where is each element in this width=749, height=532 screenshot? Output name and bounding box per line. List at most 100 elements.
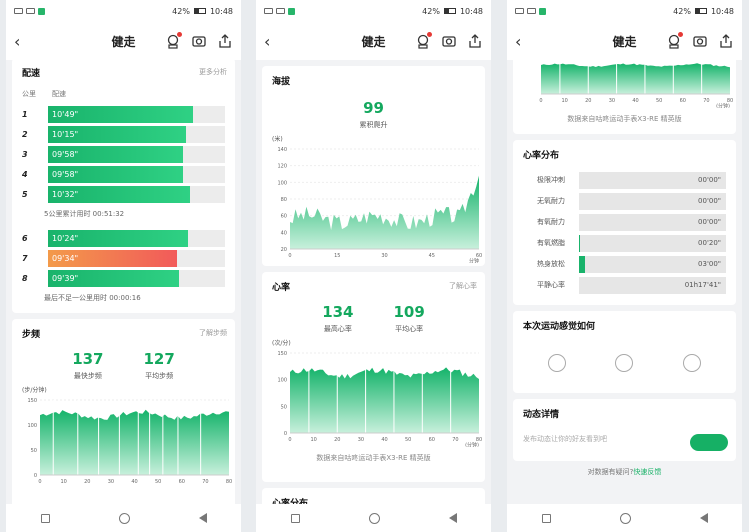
hr-zone-row: 热身放松 03'00" — [523, 255, 726, 273]
zone-track: 03'00" — [579, 255, 726, 273]
pace-bar: 09'58" — [48, 145, 183, 163]
km-label: 1 — [22, 109, 28, 119]
hr-dist-title: 心率分布 — [272, 499, 309, 504]
home-button[interactable] — [118, 512, 130, 524]
app-icon — [539, 7, 546, 15]
pace-row: 2 10'15" — [22, 125, 225, 143]
col-km: 公里 — [22, 90, 36, 98]
home-button[interactable] — [368, 512, 380, 524]
hr-link[interactable]: 了解心率 — [449, 281, 477, 291]
share-icon[interactable] — [718, 33, 734, 49]
watch-icon[interactable] — [415, 32, 432, 49]
zone-label: 有氧燃脂 — [537, 239, 565, 247]
y-tick: 50 — [31, 448, 37, 454]
x-unit: 分钟 — [469, 258, 479, 264]
km-label: 6 — [22, 233, 28, 243]
y-tick: 150 — [27, 398, 37, 404]
scroll-area[interactable]: 配速 更多分析 公里 配速 1 10'49" 2 10'15" 3 09'58" 4 09'58… — [6, 60, 241, 504]
sim-icon — [515, 8, 524, 14]
x-tick: 60 — [429, 437, 435, 443]
back-button[interactable] — [448, 513, 457, 523]
cadence-link[interactable]: 了解步频 — [199, 328, 227, 338]
app-icon — [288, 7, 295, 15]
camera-icon[interactable] — [692, 33, 708, 49]
happy-face-icon[interactable] — [683, 354, 702, 372]
battery-icon — [193, 8, 206, 14]
pace-row: 7 09'34" — [22, 249, 225, 267]
pace-card: 配速 更多分析 公里 配速 1 10'49" 2 10'15" 3 09'58" 4 09'58… — [12, 60, 235, 313]
hr-chart-tail: 0 10 20 30 40 50 60 70 80 (分钟) — [523, 60, 733, 108]
back-icon[interactable]: ‹ — [14, 32, 34, 51]
back-icon[interactable]: ‹ — [515, 32, 535, 51]
y-tick: 0 — [34, 473, 37, 479]
x-tick: 0 — [288, 253, 291, 259]
camera-icon[interactable] — [441, 33, 457, 49]
zone-label: 极限冲刺 — [537, 176, 565, 184]
back-button[interactable] — [699, 513, 708, 523]
battery-icon — [443, 8, 456, 14]
phone-screen-1: 42% 10:48 ‹ 健走 配速 更多分析 公里 配速 1 10'49" 2 10'15… — [6, 0, 241, 532]
more-analysis-link[interactable]: 更多分析 — [199, 67, 227, 77]
x-tick: 50 — [155, 479, 161, 485]
zone-track: 00'00" — [579, 213, 726, 231]
zone-time: 00'00" — [698, 175, 721, 184]
hr-zone-row: 有氧耐力 00'00" — [523, 213, 726, 231]
battery-text: 42% — [673, 6, 691, 16]
zone-track: 00'00" — [579, 192, 726, 210]
area-series — [290, 175, 479, 249]
hr-dist-card-partial: 心率分布 — [262, 488, 485, 504]
cadence-chart: 150 100 50 0 0 10 20 30 40 50 60 70 80 — [22, 394, 232, 489]
hr-zone-row: 极限冲刺 00'00" — [523, 171, 726, 189]
y-tick: 100 — [277, 378, 287, 384]
scroll-area[interactable]: 海拔 99 累积爬升 (米) 140 120 100 80 60 40 20 0 15 30 45 60… — [256, 60, 491, 504]
share-title: 动态详情 — [523, 410, 560, 420]
y-tick: 140 — [277, 147, 287, 153]
y-tick: 100 — [27, 423, 37, 429]
sad-face-icon[interactable] — [547, 354, 566, 372]
camera-post-button[interactable] — [690, 434, 728, 451]
recents-button[interactable] — [290, 513, 300, 523]
altitude-value: 99 — [363, 99, 384, 117]
km-label: 4 — [22, 169, 28, 179]
pace-bar: 10'24" — [48, 229, 188, 247]
hr-dist-title: 心率分布 — [523, 151, 560, 161]
x-tick: 60 — [680, 98, 686, 104]
x-tick: 0 — [288, 437, 291, 443]
app-bar: ‹ 健走 — [256, 22, 491, 60]
zone-fill — [579, 255, 585, 273]
altitude-unit: (米) — [272, 136, 283, 143]
camera-icon[interactable] — [191, 33, 207, 49]
app-bar: ‹ 健走 — [6, 22, 241, 60]
watch-icon[interactable] — [165, 32, 182, 49]
battery-icon — [694, 8, 707, 14]
km-label: 7 — [22, 253, 28, 263]
app-bar: ‹ 健走 — [507, 22, 742, 60]
watch-icon[interactable] — [666, 32, 683, 49]
recents-button[interactable] — [40, 513, 50, 523]
pace-row: 8 09'39" — [22, 269, 225, 287]
x-tick: 40 — [381, 437, 387, 443]
altitude-chart: 140 120 100 80 60 40 20 0 15 30 45 60 分钟 — [272, 143, 482, 263]
km-label: 5 — [22, 189, 28, 199]
sim-icon — [14, 8, 23, 14]
share-icon[interactable] — [467, 33, 483, 49]
x-tick: 60 — [179, 479, 185, 485]
home-button[interactable] — [619, 512, 631, 524]
x-tick: 20 — [84, 479, 90, 485]
zone-time: 00'00" — [698, 217, 721, 226]
zone-label: 平静心率 — [537, 281, 565, 289]
feedback-link[interactable]: 快速反馈 — [633, 468, 661, 476]
pace-track: 10'15" — [48, 125, 225, 143]
avg-cadence: 127 — [143, 350, 175, 368]
cadence-unit: (步/分钟) — [22, 387, 47, 394]
recents-button[interactable] — [541, 513, 551, 523]
back-button[interactable] — [198, 513, 207, 523]
y-tick: 120 — [277, 164, 287, 170]
pace-row: 4 09'58" — [22, 165, 225, 183]
pace-note: 5公里累计用时 00:51:32 — [44, 210, 125, 218]
share-icon[interactable] — [217, 33, 233, 49]
zone-track: 00'00" — [579, 171, 726, 189]
back-icon[interactable]: ‹ — [264, 32, 284, 51]
smile-face-icon[interactable] — [615, 354, 634, 372]
scroll-area[interactable]: 0 10 20 30 40 50 60 70 80 (分钟) 数据来自咕咚运动手表X3-RE 精英… — [507, 60, 742, 504]
